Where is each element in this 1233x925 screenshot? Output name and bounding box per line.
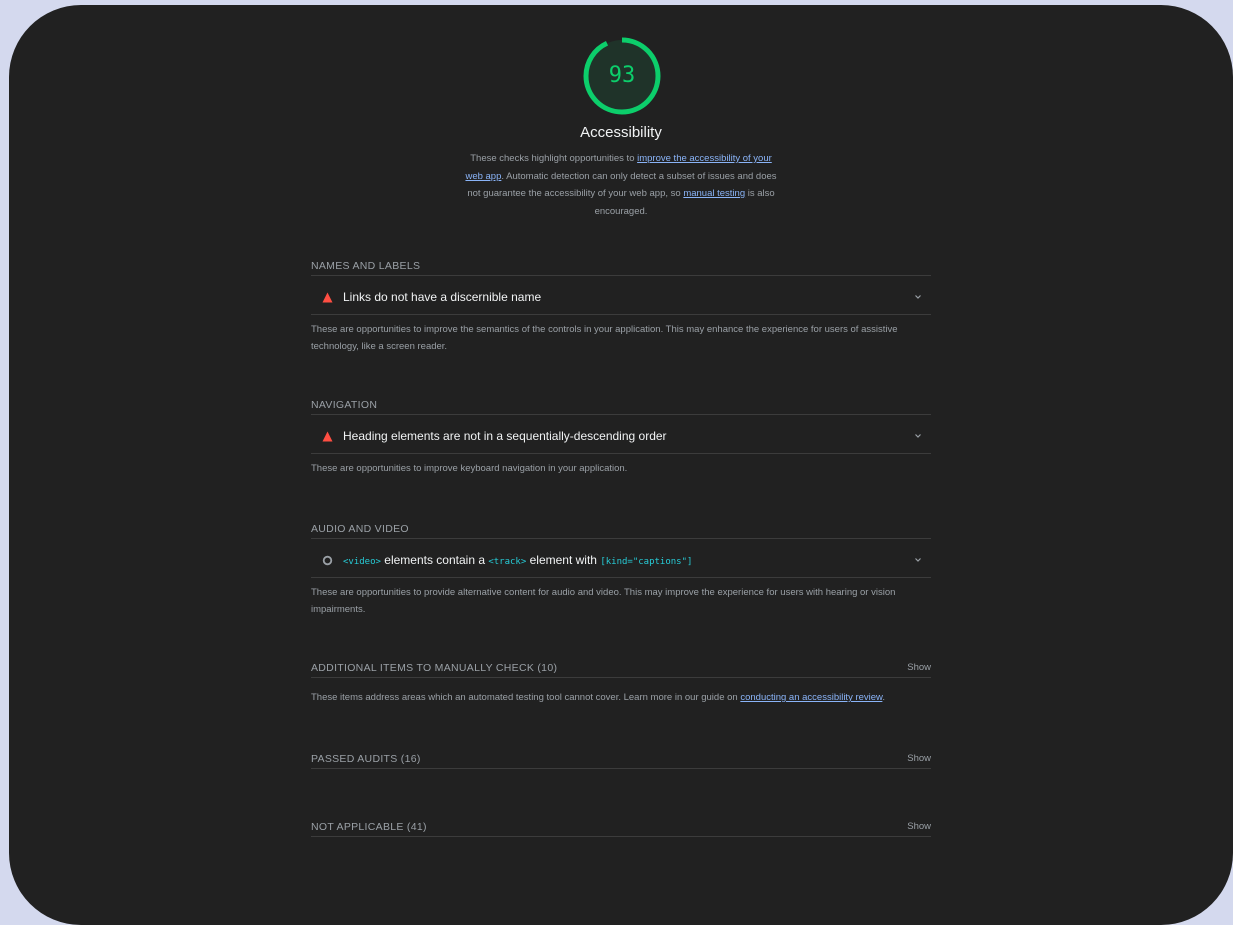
audit-title-text: elements contain a xyxy=(380,553,489,567)
manual-testing-link[interactable]: manual testing xyxy=(683,188,745,199)
score-value: 93 xyxy=(608,63,636,88)
group-description: These are opportunities to improve keybo… xyxy=(311,463,628,474)
category-title: Accessibility xyxy=(580,124,662,141)
show-button[interactable]: Show xyxy=(907,659,931,677)
code-kind-captions: [kind="captions"] xyxy=(600,557,693,567)
code-track-tag: <track> xyxy=(488,557,527,567)
description-text: . xyxy=(882,692,886,703)
group-title-names-labels: NAMES AND LABELS xyxy=(311,257,931,276)
group-title-audio-video: AUDIO AND VIDEO xyxy=(311,520,931,539)
code-video-tag: <video> xyxy=(343,557,381,567)
fail-triangle-icon xyxy=(322,292,333,303)
audit-heading-order[interactable]: Heading elements are not in a sequential… xyxy=(311,420,931,454)
group-title-text: PASSED AUDITS (16) xyxy=(311,753,421,765)
audit-title: <video> elements contain a <track> eleme… xyxy=(343,544,692,577)
manual-circle-icon xyxy=(322,555,333,566)
chevron-down-icon[interactable] xyxy=(913,292,923,302)
audit-title-text: element with xyxy=(526,553,601,567)
score-gauge[interactable]: 93 xyxy=(581,35,663,117)
show-button[interactable]: Show xyxy=(907,750,931,768)
group-title-not-applicable[interactable]: NOT APPLICABLE (41) Show xyxy=(311,818,931,837)
category-description: These checks highlight opportunities to … xyxy=(461,150,781,220)
description-text: These items address areas which an autom… xyxy=(311,692,741,703)
audit-video-caption[interactable]: <video> elements contain a <track> eleme… xyxy=(311,544,931,578)
group-title-text: NOT APPLICABLE (41) xyxy=(311,821,427,833)
group-description: These are opportunities to provide alter… xyxy=(311,587,896,615)
group-title-navigation: NAVIGATION xyxy=(311,396,931,415)
group-title-text: AUDIO AND VIDEO xyxy=(311,523,409,535)
show-button[interactable]: Show xyxy=(907,818,931,836)
group-description: These items address areas which an autom… xyxy=(311,689,931,706)
description-text: These checks highlight opportunities to xyxy=(470,153,638,164)
group-title-text: ADDITIONAL ITEMS TO MANUALLY CHECK (10) xyxy=(311,662,558,674)
fail-triangle-icon xyxy=(322,431,333,442)
accessibility-review-link[interactable]: conducting an accessibility review xyxy=(740,692,882,703)
group-title-text: NAVIGATION xyxy=(311,399,378,411)
audit-title: Heading elements are not in a sequential… xyxy=(343,429,667,443)
audit-title: Links do not have a discernible name xyxy=(343,290,542,304)
group-title-manual[interactable]: ADDITIONAL ITEMS TO MANUALLY CHECK (10) S… xyxy=(311,659,931,678)
group-title-text: NAMES AND LABELS xyxy=(311,260,421,272)
audit-link-name[interactable]: Links do not have a discernible name xyxy=(311,281,931,315)
group-title-passed[interactable]: PASSED AUDITS (16) Show xyxy=(311,750,931,769)
report-window: 93 Accessibility These checks highlight … xyxy=(9,5,1233,925)
chevron-down-icon[interactable] xyxy=(913,431,923,441)
group-description: These are opportunities to improve the s… xyxy=(311,324,898,352)
chevron-down-icon[interactable] xyxy=(913,555,923,565)
